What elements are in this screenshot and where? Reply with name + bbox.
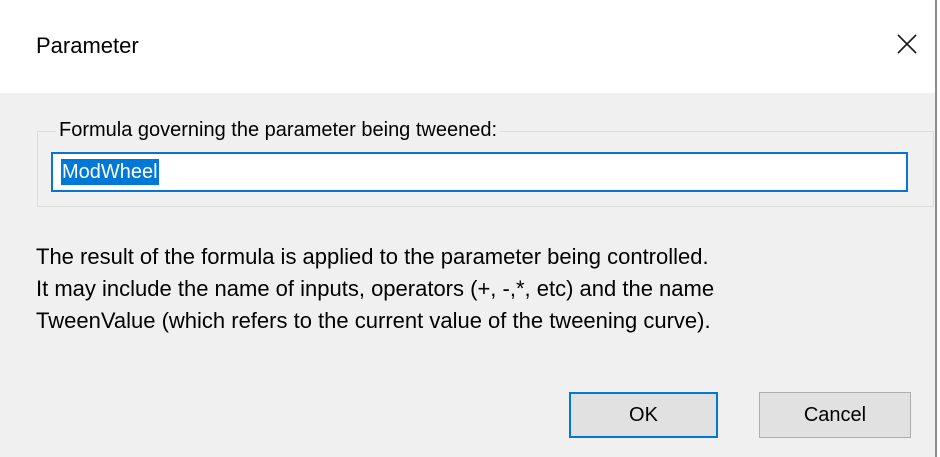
formula-input-value: ModWheel xyxy=(61,159,159,185)
dialog-title: Parameter xyxy=(36,33,139,58)
help-text-line-3: TweenValue (which refers to the current … xyxy=(36,308,711,333)
formula-group-label: Formula governing the parameter being tw… xyxy=(56,117,501,143)
title-bar: Parameter xyxy=(0,0,935,93)
close-button[interactable] xyxy=(885,24,929,68)
formula-group: Formula governing the parameter being tw… xyxy=(37,117,934,207)
help-text-line-1: The result of the formula is applied to … xyxy=(36,244,709,269)
cancel-button[interactable]: Cancel xyxy=(759,392,911,438)
parameter-dialog: Parameter Formula governing the paramete… xyxy=(0,0,937,457)
ok-button[interactable]: OK xyxy=(569,392,718,438)
close-icon xyxy=(896,33,918,60)
help-text-line-2: It may include the name of inputs, opera… xyxy=(36,276,715,301)
formula-input[interactable]: ModWheel xyxy=(51,152,908,192)
